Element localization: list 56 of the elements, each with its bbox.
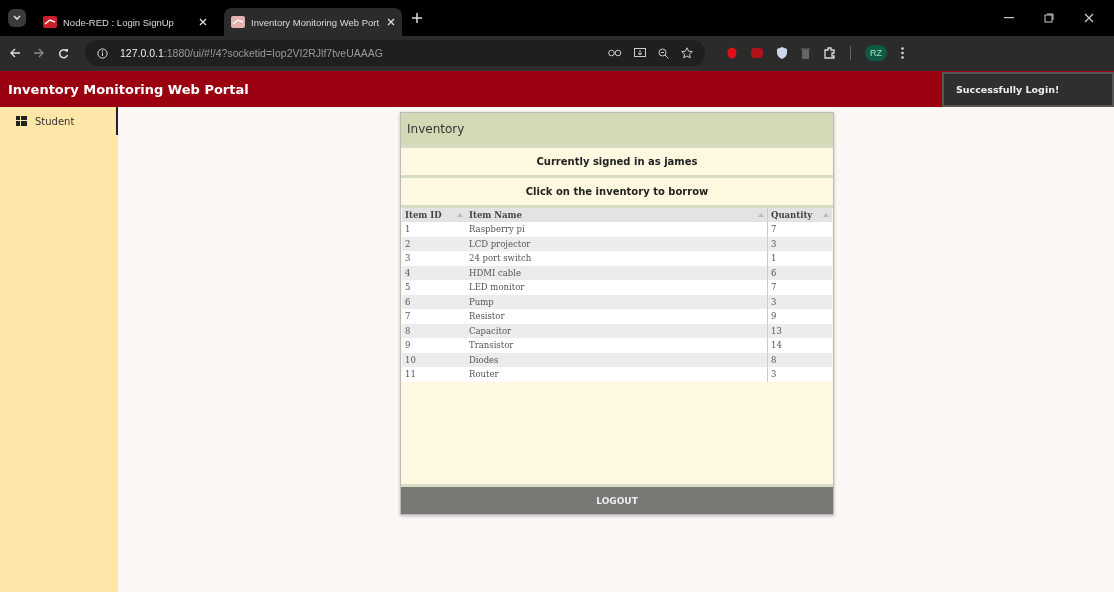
shield-icon[interactable] <box>777 47 787 59</box>
table-cell: 7 <box>767 280 832 295</box>
sidebar-item[interactable]: Student <box>0 107 118 135</box>
card-title: Inventory <box>401 113 833 145</box>
tab-title: Node-RED : Login SignUp <box>63 16 175 28</box>
minimize-icon[interactable] <box>1004 17 1014 19</box>
column-header[interactable]: Item Name <box>466 208 768 222</box>
table-cell: 9 <box>767 309 832 324</box>
table-cell: Raspberry pi <box>466 222 768 237</box>
star-icon[interactable] <box>681 47 693 59</box>
table-cell: Resistor <box>466 309 768 324</box>
favicon-icon <box>43 16 57 28</box>
logout-button[interactable]: LOGOUT <box>401 484 833 514</box>
new-tab-icon[interactable] <box>412 13 422 23</box>
address-field[interactable]: 127.0.0.1:1880/ui/#!/4?socketid=Iop2VI2RJlf7tveUAAAG <box>85 40 705 66</box>
tab-search-icon[interactable] <box>8 9 26 27</box>
table-cell: LED monitor <box>466 280 768 295</box>
install-icon[interactable] <box>634 47 646 59</box>
back-icon[interactable] <box>10 48 20 58</box>
info-icon <box>97 47 108 59</box>
profile-avatar[interactable]: RZ <box>865 45 887 61</box>
table-cell: 7 <box>402 309 466 324</box>
table-cell: 7 <box>767 222 832 237</box>
table-cell: Router <box>466 367 768 382</box>
close-icon[interactable] <box>199 18 207 26</box>
browser-tab[interactable]: Node-RED : Login SignUp <box>36 8 214 36</box>
table-cell: 14 <box>767 338 832 353</box>
forward-icon[interactable] <box>34 48 44 58</box>
table-cell: Transistor <box>466 338 768 353</box>
tab-title: Inventory Monitoring Web Port <box>251 16 381 28</box>
favicon-icon <box>231 16 245 28</box>
table-cell: 1 <box>767 251 832 266</box>
table-cell: 3 <box>767 367 832 382</box>
table-cell: 11 <box>402 367 466 382</box>
column-header[interactable]: Item ID <box>402 208 466 222</box>
reload-icon[interactable] <box>58 47 69 59</box>
restore-icon[interactable] <box>1044 13 1054 23</box>
dashboard-icon <box>16 116 27 126</box>
trash-icon[interactable] <box>801 47 810 59</box>
table-cell: 5 <box>402 280 466 295</box>
table-cell: 3 <box>402 251 466 266</box>
browser-tab[interactable]: Inventory Monitoring Web Port <box>224 8 402 36</box>
message-text: Click on the inventory to borrow <box>401 175 833 205</box>
table-cell: 24 port switch <box>466 251 768 266</box>
app-title: Inventory Monitoring Web Portal <box>8 81 249 97</box>
toast-notification: Successfully Login! <box>942 72 1114 107</box>
menu-icon[interactable] <box>901 47 904 59</box>
table-cell: 1 <box>402 222 466 237</box>
table-cell: 9 <box>402 338 466 353</box>
extension-icon[interactable] <box>727 47 737 59</box>
message-text: Currently signed in as james <box>401 145 833 175</box>
puzzle-icon[interactable] <box>824 47 836 59</box>
column-header[interactable]: Quantity <box>767 208 832 222</box>
close-icon[interactable] <box>1084 13 1094 23</box>
zoom-icon[interactable] <box>658 47 669 59</box>
close-icon[interactable] <box>387 18 395 26</box>
